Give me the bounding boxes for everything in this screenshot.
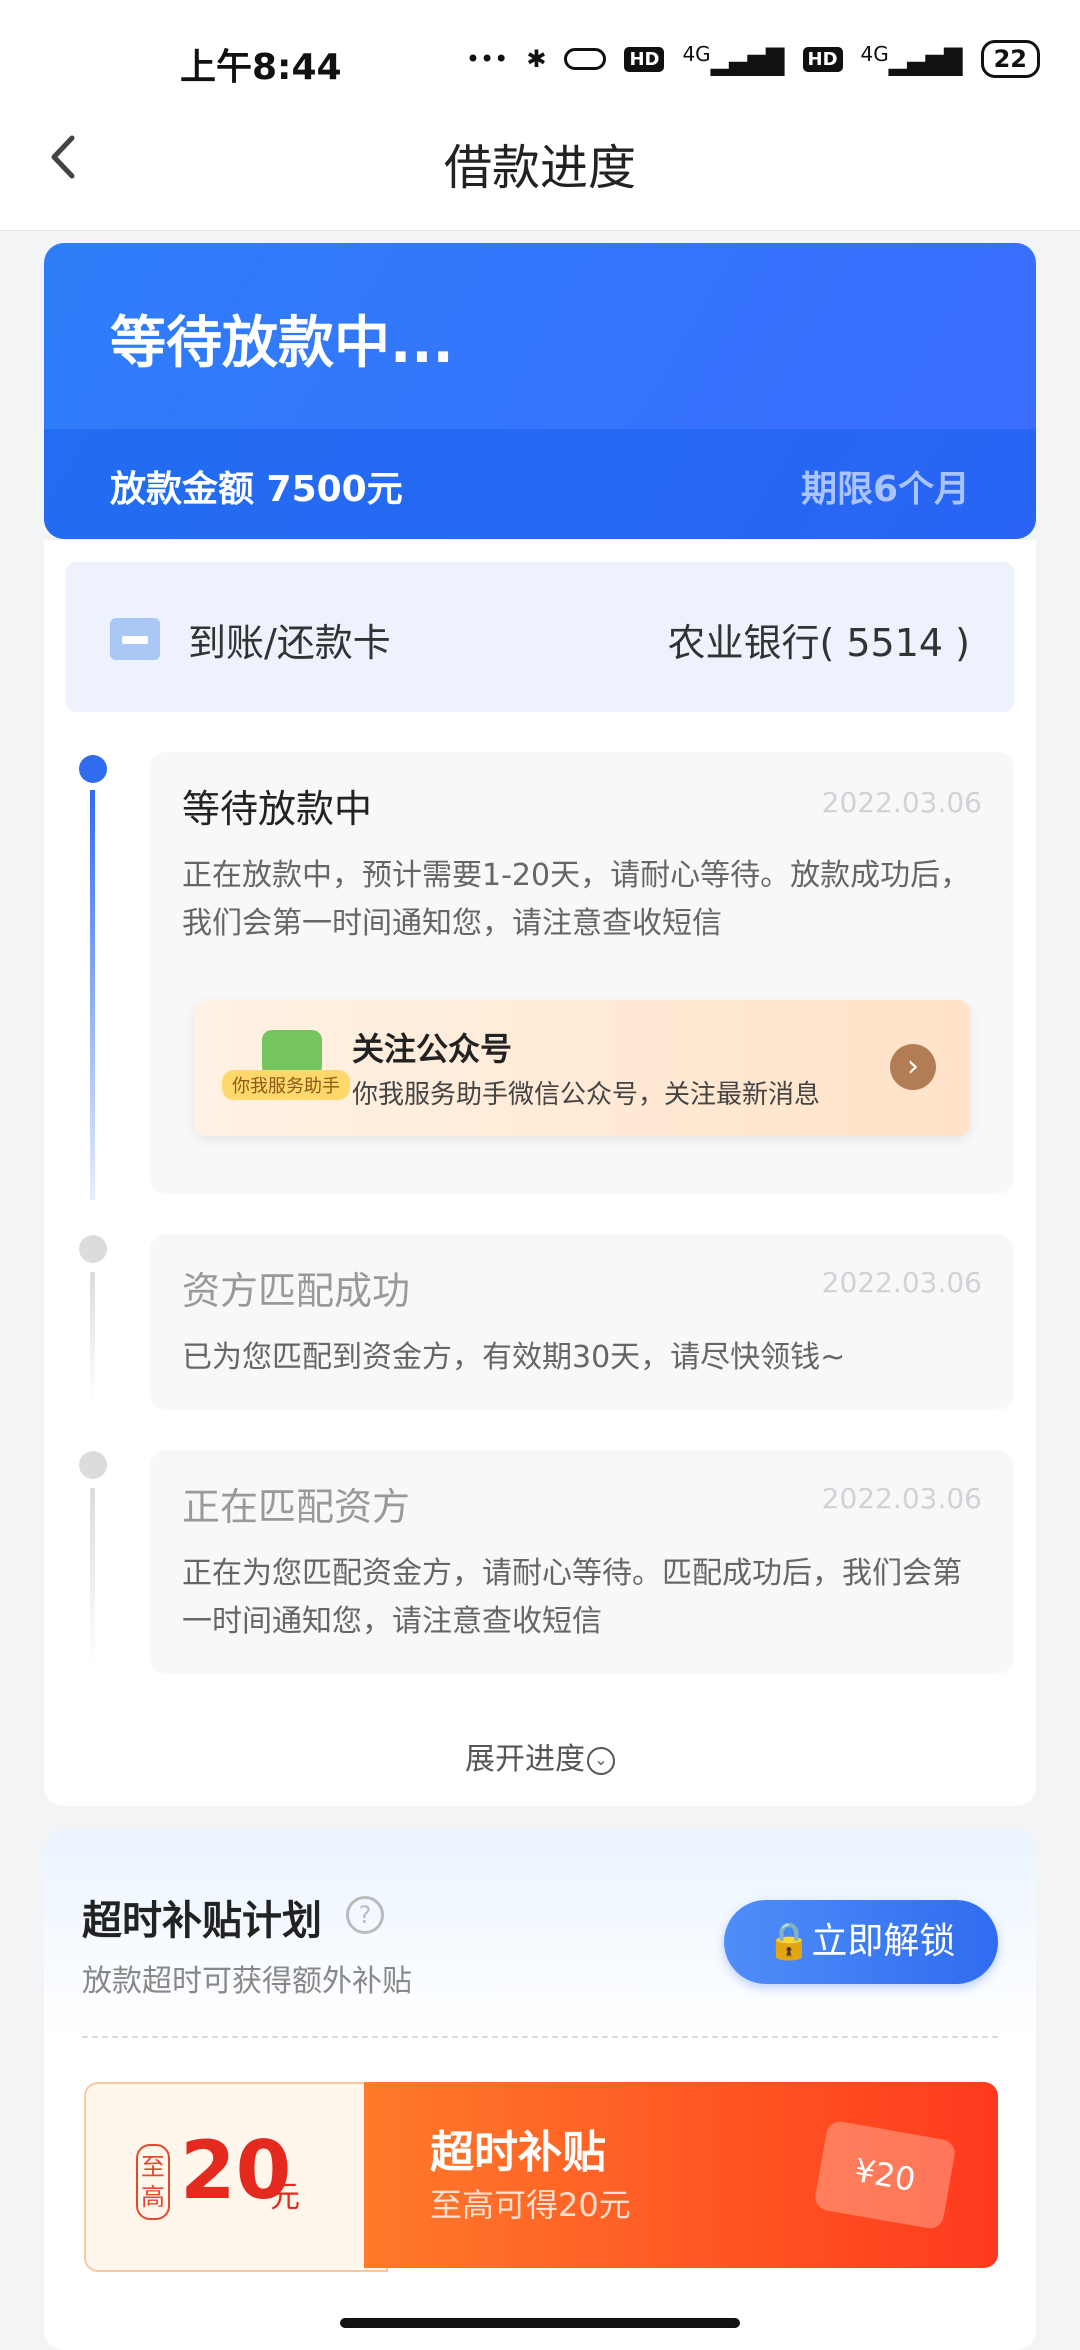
loan-amount: 放款金额 7500元 [110,469,403,510]
bank-card-label: 到账/还款卡 [188,621,391,665]
chevron-down-circle-icon: ⌄ [587,1746,615,1775]
unlock-button[interactable]: 🔒立即解锁 [724,1900,998,1984]
coupon-title: 超时补贴 [430,2127,606,2178]
page-title: 借款进度 [443,140,636,196]
coupon-desc: 至高可得20元 [430,2186,631,2224]
timeline-dot-inactive [79,1235,107,1263]
bank-card-value: 农业银行( 5514 ) [667,621,970,665]
signal-icon-1: 4G▂▄▆█ [682,42,785,76]
chevron-right-icon[interactable]: › [890,1044,936,1090]
wechat-banner-title: 关注公众号 [352,1030,513,1068]
timeline-title: 正在匹配资方 [182,1485,411,1529]
help-icon[interactable]: ? [346,1896,384,1934]
timeline-line-inactive [90,1272,95,1402]
battery-icon: 22 [980,40,1040,78]
timeline-line-active [90,790,95,1200]
timeline-desc-line: 已为您匹配到资金方，有效期30天，请尽快领钱~ [182,1340,846,1375]
coupon-unit: 元 [270,2180,300,2215]
expand-progress-label: 展开进度 [465,1742,585,1777]
timeline-date: 2022.03.06 [821,786,982,819]
unlock-button-label: 立即解锁 [811,1921,956,1962]
timeline-line-inactive [90,1488,95,1668]
bluetooth-icon: ✱ [526,45,547,73]
timeline-desc-line: 正在为您匹配资金方，请耐心等待。匹配成功后，我们会第 [182,1556,962,1591]
loan-status-text: 等待放款中... [110,311,454,376]
timeline-date: 2022.03.06 [821,1266,982,1299]
subsidy-title: 超时补贴计划 [82,1898,322,1944]
hd-badge-2: HD [802,46,843,72]
more-dots-icon: ••• [465,45,509,73]
subsidy-desc: 放款超时可获得额外补贴 [82,1964,412,1999]
timeline-dot-inactive [79,1451,107,1479]
home-indicator[interactable] [340,2318,740,2328]
wechat-banner-desc: 你我服务助手微信公众号，关注最新消息 [352,1080,821,1110]
hd-badge-1: HD [624,46,665,72]
coupon-prefix: 至高 [136,2144,170,2220]
loan-term: 期限6个月 [800,469,970,510]
timeline-title: 资方匹配成功 [182,1269,411,1313]
timeline-desc-line: 我们会第一时间通知您，请注意查收短信 [182,906,722,941]
timeline-title: 等待放款中 [182,787,373,831]
vibrate-icon [564,48,607,70]
wechat-assistant-badge: 你我服务助手 [222,1070,350,1100]
timeline-desc-line: 一时间通知您，请注意查收短信 [182,1604,602,1639]
bank-card-icon [110,618,160,660]
divider [82,2036,998,2038]
timeline-dot-active [79,755,107,783]
status-time: 上午8:44 [180,47,342,88]
lock-icon: 🔒 [766,1921,812,1962]
signal-icon-2: 4G▂▄▆█ [860,42,963,76]
expand-progress-button[interactable]: 展开进度 ⌄ [0,1734,1080,1778]
timeline-desc-line: 正在放款中，预计需要1-20天，请耐心等待。放款成功后， [182,858,971,893]
status-icons: ••• ✱ HD 4G▂▄▆█ HD 4G▂▄▆█ 22 [466,40,1040,78]
timeline-date: 2022.03.06 [821,1482,982,1515]
